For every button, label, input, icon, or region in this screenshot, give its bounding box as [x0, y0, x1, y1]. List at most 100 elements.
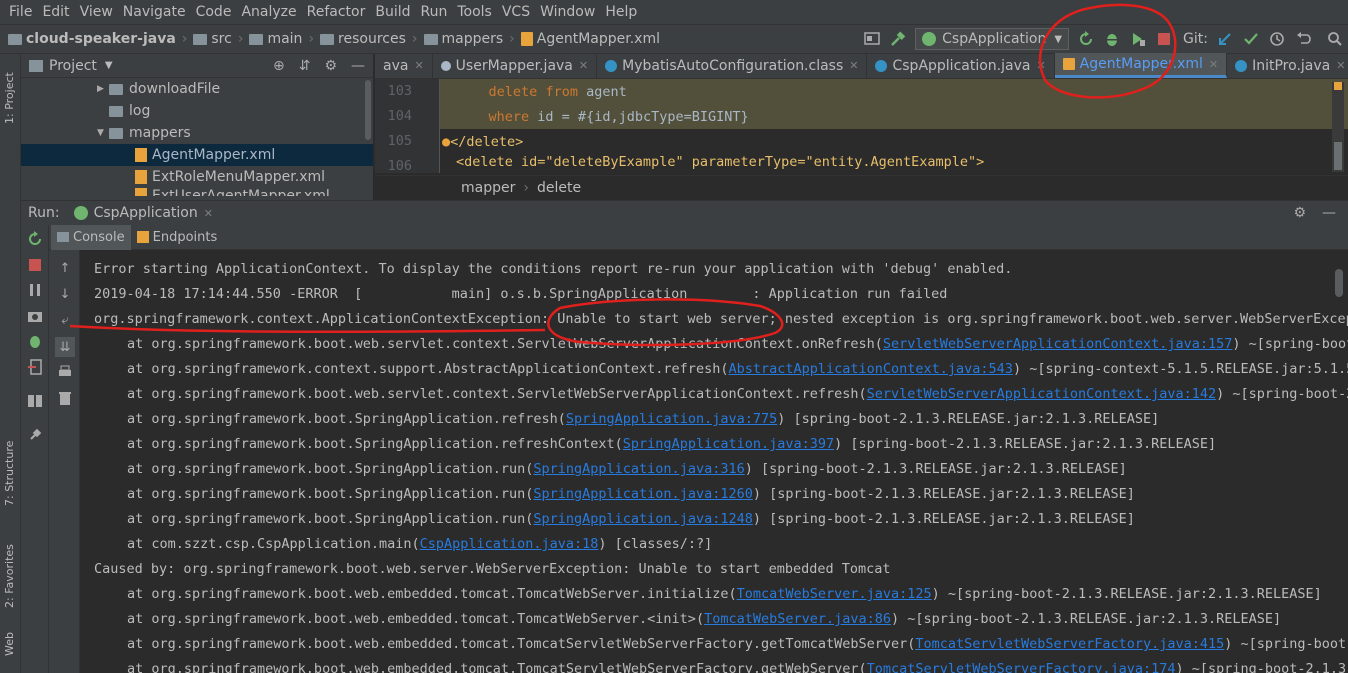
project-scrollbar[interactable] — [365, 80, 371, 140]
chevron-right-icon[interactable]: ▶ — [97, 84, 109, 94]
stacktrace-link[interactable]: ServletWebServerApplicationContext.java:… — [883, 336, 1233, 352]
breadcrumb-delete[interactable]: delete — [537, 180, 581, 196]
locate-crosshair-icon[interactable]: ⊕ — [273, 58, 285, 74]
menu-file[interactable]: File — [4, 0, 37, 24]
gear-icon[interactable]: ⚙ — [324, 58, 337, 74]
stacktrace-link[interactable]: SpringApplication.java:397 — [623, 436, 834, 452]
structure-tool-tab[interactable]: 7: Structure — [3, 422, 16, 506]
debug-bug-icon[interactable] — [27, 333, 43, 349]
debug-bug-icon[interactable] — [1101, 28, 1123, 50]
chevron-down-icon[interactable]: ▼ — [97, 128, 109, 138]
tree-item-downloadfile[interactable]: ▶ downloadFile — [21, 78, 373, 100]
menu-window[interactable]: Window — [535, 0, 600, 24]
rerun-icon[interactable] — [27, 231, 43, 247]
pin-icon[interactable] — [27, 427, 43, 443]
chevron-down-icon[interactable]: ▼ — [105, 60, 113, 71]
history-clock-icon[interactable] — [1266, 28, 1288, 50]
layout-icon[interactable] — [27, 393, 43, 409]
tab-console[interactable]: Console — [51, 224, 131, 250]
soft-wrap-icon[interactable]: ⤶ — [57, 312, 73, 328]
run-configuration-select[interactable]: CspApplication ▼ — [915, 28, 1070, 50]
breadcrumb-project[interactable]: cloud-speaker-java › — [8, 31, 187, 47]
stop-icon[interactable] — [1153, 28, 1175, 50]
tree-item-extuseragentmapper[interactable]: ExtUserAgentMapper.xml — [21, 188, 373, 196]
stacktrace-link[interactable]: CspApplication.java:18 — [420, 536, 599, 552]
breadcrumb-resources[interactable]: resources › — [320, 31, 418, 47]
menu-run[interactable]: Run — [416, 0, 453, 24]
pause-icon[interactable] — [27, 282, 43, 298]
project-panel-title[interactable]: Project — [49, 58, 97, 74]
trash-icon[interactable] — [57, 390, 73, 406]
editor-scrollbar[interactable] — [1332, 82, 1344, 172]
lightbulb-icon[interactable]: ● — [442, 134, 450, 150]
stacktrace-link[interactable]: TomcatWebServer.java:125 — [737, 586, 932, 602]
breadcrumb-mapper[interactable]: mapper — [461, 180, 515, 196]
stacktrace-link[interactable]: ServletWebServerApplicationContext.java:… — [867, 386, 1217, 402]
breadcrumb-src[interactable]: src › — [193, 31, 243, 47]
tab-endpoints[interactable]: Endpoints — [131, 225, 224, 250]
stacktrace-link[interactable]: TomcatServletWebServerFactory.java:415 — [915, 636, 1224, 652]
menu-edit[interactable]: Edit — [37, 0, 74, 24]
console-output[interactable]: Error starting ApplicationContext. To di… — [80, 251, 1348, 673]
stacktrace-link[interactable]: SpringApplication.java:775 — [566, 411, 777, 427]
menu-navigate[interactable]: Navigate — [118, 0, 191, 24]
close-icon[interactable]: ✕ — [1336, 59, 1345, 72]
close-icon[interactable]: ✕ — [414, 59, 423, 72]
tab-cspapplication[interactable]: CspApplication.java ✕ — [867, 53, 1055, 78]
search-icon[interactable] — [1324, 28, 1346, 50]
close-icon[interactable]: ✕ — [849, 59, 858, 72]
menu-help[interactable]: Help — [600, 0, 642, 24]
tree-item-log[interactable]: log — [21, 100, 373, 122]
stacktrace-link[interactable]: SpringApplication.java:1260 — [533, 486, 752, 502]
exit-icon[interactable] — [27, 359, 43, 375]
tree-item-extrolemenumapper[interactable]: ExtRoleMenuMapper.xml — [21, 166, 373, 188]
project-structure-icon[interactable] — [861, 28, 883, 50]
arrow-up-icon[interactable]: ↑ — [57, 260, 73, 276]
scroll-to-end-icon[interactable]: ⇊ — [55, 337, 75, 357]
breadcrumb-mappers[interactable]: mappers › — [423, 31, 515, 47]
tab-partial[interactable]: ava ✕ — [375, 53, 433, 78]
stop-icon[interactable] — [27, 257, 43, 273]
gear-icon[interactable]: ⚙ — [1293, 205, 1306, 221]
favorites-tool-tab[interactable]: 2: Favorites — [3, 524, 16, 608]
close-icon[interactable]: ✕ — [1036, 59, 1045, 72]
close-icon[interactable]: ✕ — [1209, 58, 1218, 71]
minimize-icon[interactable]: — — [1322, 205, 1336, 221]
web-tool-tab[interactable]: Web — [3, 616, 16, 656]
revert-icon[interactable] — [1292, 28, 1314, 50]
tab-usermapper[interactable]: UserMapper.java ✕ — [433, 53, 598, 78]
stacktrace-link[interactable]: TomcatWebServer.java:86 — [704, 611, 891, 627]
camera-icon[interactable] — [27, 308, 43, 324]
tree-item-agentmapper[interactable]: AgentMapper.xml — [21, 144, 373, 166]
stacktrace-link[interactable]: SpringApplication.java:1248 — [533, 511, 752, 527]
collapse-all-icon[interactable]: ⇵ — [299, 58, 311, 74]
menu-build[interactable]: Build — [370, 0, 415, 24]
close-icon[interactable]: ✕ — [204, 207, 213, 220]
close-icon[interactable]: ✕ — [579, 59, 588, 72]
build-hammer-icon[interactable] — [887, 28, 909, 50]
run-tab-cspapplication[interactable]: CspApplication ✕ — [73, 205, 213, 221]
menu-view[interactable]: View — [75, 0, 118, 24]
menu-analyze[interactable]: Analyze — [236, 0, 301, 24]
stacktrace-link[interactable]: TomcatServletWebServerFactory.java:174 — [867, 661, 1176, 673]
console-scrollbar[interactable] — [1335, 269, 1343, 297]
code-editor[interactable]: 103 delete from agent 104 where id = #{i… — [375, 79, 1348, 173]
tab-mybatisautoconfiguration[interactable]: MybatisAutoConfiguration.class ✕ — [597, 53, 868, 78]
menu-vcs[interactable]: VCS — [497, 0, 535, 24]
git-commit-check-icon[interactable] — [1240, 28, 1262, 50]
run-with-coverage-icon[interactable] — [1127, 28, 1149, 50]
stacktrace-link[interactable]: SpringApplication.java:316 — [533, 461, 744, 477]
tab-agentmapper[interactable]: AgentMapper.xml ✕ — [1054, 53, 1228, 78]
tree-item-mappers[interactable]: ▼ mappers — [21, 122, 373, 144]
menu-refactor[interactable]: Refactor — [302, 0, 371, 24]
menu-tools[interactable]: Tools — [452, 0, 497, 24]
menu-code[interactable]: Code — [191, 0, 237, 24]
stacktrace-link[interactable]: AbstractApplicationContext.java:543 — [728, 361, 1012, 377]
breadcrumb-file[interactable]: AgentMapper.xml — [520, 31, 660, 47]
print-icon[interactable] — [57, 364, 73, 380]
minimize-icon[interactable]: — — [351, 58, 365, 74]
rerun-icon[interactable] — [1075, 28, 1097, 50]
tab-initpro[interactable]: InitPro.java ✕ — [1227, 53, 1348, 78]
breadcrumb-main[interactable]: main › — [249, 31, 314, 47]
arrow-down-icon[interactable]: ↓ — [57, 286, 73, 302]
